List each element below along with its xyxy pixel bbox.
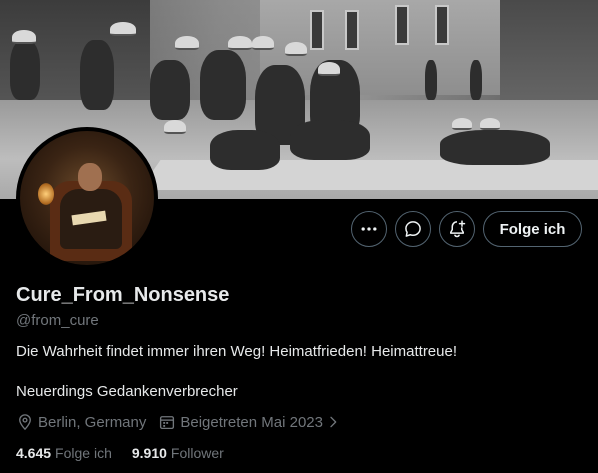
followers-label: Follower [170, 445, 224, 461]
banner-window [435, 5, 449, 45]
banner-soldier [150, 60, 190, 120]
message-button[interactable] [395, 211, 431, 247]
avatar-lamp [38, 183, 54, 205]
bio-text: Die Wahrheit findet immer ihren Weg! Hei… [16, 343, 458, 360]
banner-helmet [110, 22, 136, 36]
message-bubble-icon [405, 221, 421, 237]
profile-meta: Berlin, Germany Beigetreten Mai 2023 [16, 413, 357, 431]
following-button[interactable]: Folge ich [483, 211, 582, 247]
followers-stat-link[interactable]: 9.910 Follower [132, 445, 224, 461]
banner-helmet [285, 42, 307, 56]
banner-window [395, 5, 409, 45]
banner-helmet [164, 120, 186, 134]
following-count: 4.645 [16, 445, 52, 461]
banner-figure [470, 60, 482, 100]
bell-plus-icon [450, 220, 466, 238]
banner-window [310, 10, 324, 50]
banner-helmet [452, 118, 472, 130]
more-dots-icon [361, 227, 377, 231]
banner-soldier [10, 40, 40, 100]
user-handle: @from_cure [16, 312, 99, 329]
bio-text-line2: Neuerdings Gedankenverbrecher [16, 383, 238, 400]
location-pin-icon [19, 414, 31, 431]
more-options-button[interactable] [351, 211, 387, 247]
chevron-right-icon [330, 416, 337, 428]
banner-helmet [228, 36, 252, 50]
banner-window [345, 10, 359, 50]
banner-figure [425, 60, 437, 100]
joined-text: Beigetreten Mai 2023 [180, 413, 323, 431]
banner-helmet [318, 62, 340, 76]
banner-soldier [80, 40, 114, 110]
profile-avatar[interactable] [16, 127, 158, 269]
banner-soldier [290, 120, 370, 160]
banner-soldier [440, 130, 550, 165]
banner-soldier [200, 50, 246, 120]
display-name: Cure_From_Nonsense [16, 284, 230, 306]
joined-item[interactable]: Beigetreten Mai 2023 [158, 413, 345, 431]
following-label: Folge ich [55, 445, 112, 461]
follow-stats: 4.645 Folge ich 9.910 Follower [16, 445, 244, 461]
banner-helmet [252, 36, 274, 50]
location-item: Berlin, Germany [16, 413, 146, 431]
banner-helmet [175, 36, 199, 50]
followers-count: 9.910 [131, 445, 167, 461]
location-text: Berlin, Germany [38, 413, 147, 431]
banner-curb [139, 160, 598, 190]
notifications-button[interactable] [439, 211, 475, 247]
banner-helmet [12, 30, 36, 44]
calendar-icon [160, 416, 175, 430]
following-stat-link[interactable]: 4.645 Folge ich [16, 445, 112, 461]
banner-helmet [480, 118, 500, 130]
avatar-person-head [78, 163, 102, 191]
banner-soldier [210, 130, 280, 170]
